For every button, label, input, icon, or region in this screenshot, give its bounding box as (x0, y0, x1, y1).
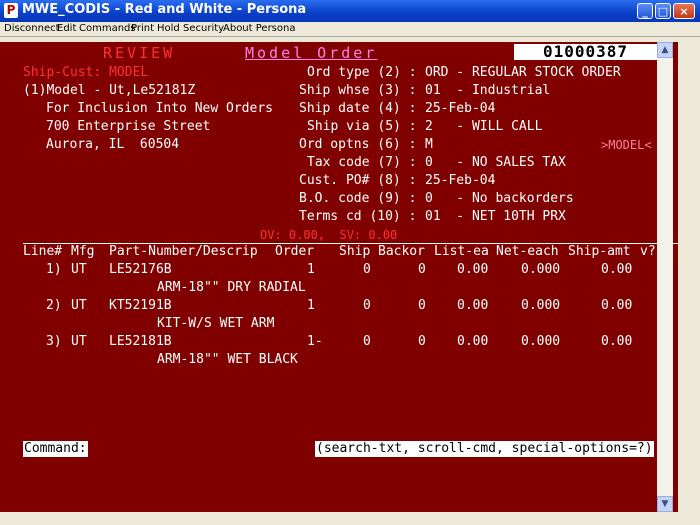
field-ord-type-value[interactable]: ORD - REGULAR STOCK ORDER (425, 64, 621, 82)
line-2-amt: 0.00 (601, 298, 633, 313)
line-3-part: LE52181B (109, 334, 172, 349)
field-cust-po-label: Cust. PO# (8) : (299, 173, 417, 188)
menu-about-persona[interactable]: About Persona (223, 23, 295, 34)
field-ord-type-label: Ord type (2) : (307, 65, 417, 80)
menu-disconnect[interactable]: Disconnect (4, 23, 60, 34)
title-bar[interactable]: P MWE_CODIS - Red and White - Persona _ … (0, 0, 700, 22)
col-part: Part-Number/Descrip (109, 244, 258, 259)
persona-app-icon[interactable]: P (4, 3, 18, 18)
ship-cust-label: Ship-Cust: MODEL (23, 65, 149, 80)
ship-cust-line1: (1)Model - Ut,Le52181Z (23, 83, 196, 98)
model-order-heading: Model Order (245, 44, 378, 62)
line-1-mfg: UT (71, 262, 87, 277)
line-2-part: KT52191B (109, 298, 172, 313)
line-3-list: 0.00 (457, 334, 489, 349)
line-1-ship: 0 (363, 262, 371, 277)
field-bo-code-value[interactable]: 0 - No backorders (425, 190, 574, 208)
scroll-down-button[interactable]: ▼ (657, 496, 673, 512)
line-3-amt: 0.00 (601, 334, 633, 349)
line-1-desc: ARM-18"" DRY RADIAL (157, 280, 306, 295)
line-3-number[interactable]: 3) (46, 333, 62, 351)
command-hint: (search-txt, scroll-cmd, special-options… (315, 441, 654, 457)
col-v: v? (640, 244, 656, 259)
field-ship-whse-value[interactable]: 01 - Industrial (425, 82, 550, 100)
menu-hold[interactable]: Hold (157, 23, 180, 34)
field-terms-cd-value[interactable]: 01 - NET 10TH PRX (425, 208, 566, 226)
field-ship-via-value[interactable]: 2 - WILL CALL (425, 118, 542, 136)
field-ship-via-label: Ship via (5) : (307, 119, 417, 134)
field-ord-optns-value[interactable]: M (425, 136, 433, 154)
review-heading: REVIEW (103, 44, 176, 62)
ship-cust-line2: For Inclusion Into New Orders (46, 101, 273, 116)
close-button[interactable]: × (673, 3, 695, 19)
vertical-scrollbar[interactable]: ▲ ▼ (657, 42, 673, 512)
order-totals: OV: 0.00, SV: 0.00 (260, 228, 398, 242)
ship-cust-line4: Aurora, IL 60504 (46, 137, 180, 152)
col-order: Order (275, 244, 315, 259)
col-net-each: Net-each (496, 244, 559, 259)
col-list-ea: List-ea (434, 244, 489, 259)
line-3-order: 1- (307, 334, 323, 349)
minimize-button[interactable]: _ (637, 3, 653, 19)
menu-print[interactable]: Print (131, 23, 154, 34)
line-1-net: 0.000 (521, 262, 561, 277)
field-terms-cd-label: Terms cd (10) : (299, 209, 417, 224)
field-ship-whse-label: Ship whse (3) : (299, 83, 417, 98)
line-3-backor: 0 (418, 334, 426, 349)
menu-security[interactable]: Security (183, 23, 224, 34)
menu-bar: Disconnect Edit Commands Print Hold Secu… (0, 22, 700, 37)
field-ship-date-value[interactable]: 25-Feb-04 (425, 100, 495, 118)
command-label: Command: (23, 441, 88, 457)
line-1-backor: 0 (418, 262, 426, 277)
line-3-ship: 0 (363, 334, 371, 349)
col-ship: Ship (339, 244, 371, 259)
col-line: Line# (23, 244, 63, 259)
field-bo-code-label: B.O. code (9) : (299, 191, 417, 206)
col-backor: Backor (378, 244, 425, 259)
col-mfg: Mfg (71, 244, 95, 259)
line-2-backor: 0 (418, 298, 426, 313)
line-2-ship: 0 (363, 298, 371, 313)
line-2-number[interactable]: 2) (46, 297, 62, 315)
maximize-button[interactable]: □ (655, 3, 671, 19)
line-1-part: LE52176B (109, 262, 172, 277)
line-3-net: 0.000 (521, 334, 561, 349)
terminal-screen[interactable]: REVIEW Model Order 01000387 Ship-Cust: M… (23, 42, 678, 512)
line-2-mfg: UT (71, 298, 87, 313)
menu-commands[interactable]: Commands (79, 23, 136, 34)
line-2-net: 0.000 (521, 298, 561, 313)
line-2-list: 0.00 (457, 298, 489, 313)
window-title: MWE_CODIS - Red and White - Persona (22, 2, 307, 17)
line-1-list: 0.00 (457, 262, 489, 277)
menu-edit[interactable]: Edit (57, 23, 76, 34)
scroll-up-button[interactable]: ▲ (657, 42, 673, 58)
field-tax-code-value[interactable]: 0 - NO SALES TAX (425, 154, 566, 172)
window-bottom-border (0, 512, 700, 525)
line-3-mfg: UT (71, 334, 87, 349)
field-cust-po-value[interactable]: 25-Feb-04 (425, 172, 495, 190)
line-2-order: 1 (307, 298, 315, 313)
line-1-number[interactable]: 1) (46, 261, 62, 279)
terminal-left-margin (0, 42, 23, 512)
field-ship-date-label: Ship date (4) : (299, 101, 417, 116)
line-1-order: 1 (307, 262, 315, 277)
model-tag: >MODEL< (601, 138, 652, 152)
col-ship-amt: Ship-amt (568, 244, 631, 259)
order-number: 01000387 (514, 44, 657, 60)
line-2-desc: KIT-W/S WET ARM (157, 316, 275, 331)
field-tax-code-label: Tax code (7) : (307, 155, 417, 170)
ship-cust-line3: 700 Enterprise Street (46, 119, 211, 134)
field-ord-optns-label: Ord optns (6) : (299, 137, 417, 152)
line-3-desc: ARM-18"" WET BLACK (157, 352, 298, 367)
line-1-amt: 0.00 (601, 262, 633, 277)
